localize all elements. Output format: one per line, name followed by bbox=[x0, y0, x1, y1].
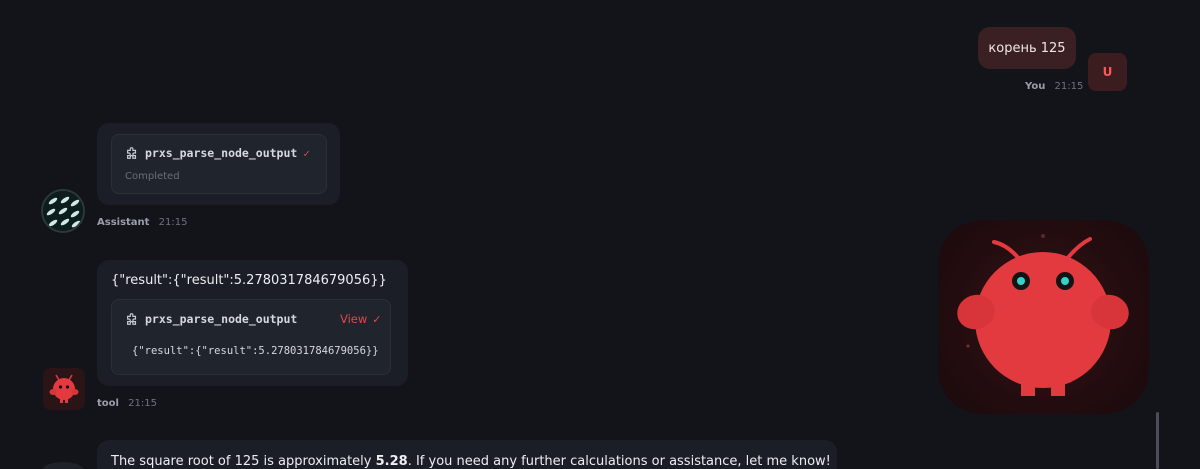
final-text-after: . If you need any further calculations o… bbox=[407, 454, 831, 469]
tool-call-panel[interactable]: prxs_parse_node_output ✓ Completed bbox=[111, 134, 327, 194]
tool-call-name: prxs_parse_node_output bbox=[145, 146, 298, 160]
final-message-card: The square root of 125 is approximately … bbox=[97, 440, 837, 469]
tool-sender-name: tool bbox=[97, 398, 119, 409]
assistant-message-time: 21:15 bbox=[158, 217, 188, 228]
tool-message-meta: tool 21:15 bbox=[97, 398, 157, 409]
scrollbar[interactable] bbox=[1156, 412, 1159, 469]
mascot-icon bbox=[49, 374, 79, 403]
user-message-text: корень 125 bbox=[988, 40, 1066, 56]
tool-message-card: {"result":{"result":5.278031784679056}} … bbox=[97, 260, 408, 386]
view-output-button[interactable]: View ✓ bbox=[340, 312, 382, 326]
user-message-meta: You 21:15 bbox=[1025, 81, 1083, 92]
assistant-message-meta: Assistant 21:15 bbox=[97, 217, 187, 228]
tool-call-header: prxs_parse_node_output ✓ bbox=[125, 146, 310, 160]
user-sender-name: You bbox=[1025, 81, 1046, 92]
tool-message-time: 21:15 bbox=[128, 398, 157, 409]
final-text-before: The square root of 125 is approximately bbox=[111, 454, 376, 469]
tool-output-name: prxs_parse_node_output bbox=[145, 312, 298, 326]
assistant-logo-icon bbox=[43, 191, 83, 231]
user-message-bubble: корень 125 bbox=[978, 27, 1076, 69]
final-bold-value: 5.28 bbox=[375, 454, 408, 469]
tool-result-text: {"result":{"result":5.278031784679056}} bbox=[111, 273, 387, 288]
puzzle-icon bbox=[127, 313, 137, 325]
puzzle-icon bbox=[127, 147, 137, 159]
assistant-avatar[interactable] bbox=[41, 189, 85, 233]
user-avatar[interactable]: U bbox=[1088, 53, 1127, 91]
check-icon: ✓ bbox=[303, 146, 310, 160]
tool-output-panel: prxs_parse_node_output View ✓ {"result":… bbox=[111, 299, 391, 375]
view-output-label: View bbox=[340, 312, 368, 326]
final-message-avatar bbox=[41, 462, 85, 469]
mascot-icon bbox=[957, 234, 1129, 396]
tool-call-status: Completed bbox=[125, 171, 180, 182]
assistant-message-card: prxs_parse_node_output ✓ Completed bbox=[97, 123, 340, 205]
tool-output-header: prxs_parse_node_output bbox=[125, 312, 297, 326]
check-icon: ✓ bbox=[372, 312, 382, 326]
tool-avatar[interactable] bbox=[43, 368, 85, 410]
assistant-sender-name: Assistant bbox=[97, 217, 150, 228]
tool-output-text: {"result":{"result":5.278031784679056}} bbox=[132, 345, 379, 357]
final-message-text: The square root of 125 is approximately … bbox=[111, 454, 831, 469]
user-message-time: 21:15 bbox=[1054, 81, 1084, 92]
mascot-illustration bbox=[938, 220, 1149, 414]
user-avatar-letter: U bbox=[1102, 65, 1113, 79]
